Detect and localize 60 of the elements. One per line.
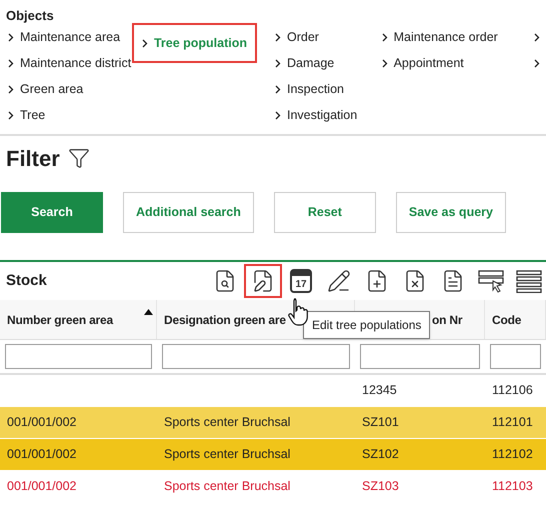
table-cell: 112103 — [492, 479, 533, 494]
column-filter-field[interactable] — [162, 344, 350, 369]
object-link[interactable]: Maintenance area — [8, 28, 120, 46]
chevron-icon — [274, 58, 281, 68]
toolbar-button[interactable] — [244, 264, 282, 298]
chevron-icon — [8, 84, 14, 94]
column-header[interactable]: Number green area — [0, 300, 157, 339]
table-cell: 112101 — [492, 415, 533, 430]
filter-button[interactable]: Reset — [274, 192, 376, 233]
table-cell: 001/001/002 — [7, 479, 77, 494]
table-cell: 001/001/002 — [7, 447, 77, 462]
table-cell: 001/001/002 — [7, 415, 77, 430]
chevron-icon — [274, 110, 281, 120]
table-cell: SZ103 — [362, 479, 399, 494]
filter-button[interactable]: Additional search — [123, 192, 254, 233]
filter-button[interactable]: Save as query — [396, 192, 506, 233]
object-link[interactable]: Tree population — [132, 23, 257, 63]
table-cell: 112102 — [492, 447, 533, 462]
tooltip: Edit tree populations — [303, 311, 430, 339]
object-link[interactable]: Damage — [274, 54, 334, 72]
object-link[interactable]: Investigation — [274, 106, 358, 124]
section-title: Objects — [6, 8, 55, 24]
stock-title: Stock — [6, 270, 47, 291]
table-cell: 12345 — [362, 383, 397, 398]
object-link[interactable]: Tree — [8, 106, 46, 124]
chevron-icon — [382, 32, 388, 42]
object-link[interactable]: Maintenance district — [8, 54, 132, 72]
column-filter-field[interactable] — [5, 344, 152, 369]
column-filter-field[interactable] — [490, 344, 541, 369]
chevron-icon — [8, 58, 14, 68]
filter-button[interactable]: Search — [1, 192, 103, 233]
chevron-icon — [8, 32, 14, 42]
row-select-icon — [478, 269, 504, 293]
table-cell: SZ101 — [362, 415, 399, 430]
column-header[interactable]: Code — [485, 300, 546, 339]
column-filter-field[interactable] — [360, 344, 480, 369]
table-cell: Sports center Bruchsal — [164, 415, 290, 430]
chevron-icon — [8, 110, 14, 120]
object-link[interactable]: Order — [274, 28, 319, 46]
table-row[interactable]: 001/001/002 Sports center Bruchsal SZ101 112101 — [0, 407, 546, 439]
table-cell: Sports center Bruchsal — [164, 479, 290, 494]
pencil-icon — [327, 269, 351, 293]
object-link[interactable]: Green area — [8, 80, 84, 98]
object-link[interactable]: Inspection — [274, 80, 344, 98]
object-link[interactable]: Appointment — [382, 54, 464, 72]
sort-ascending-icon — [144, 309, 153, 315]
chevron-icon — [142, 38, 148, 48]
chevron-icon — [274, 84, 281, 94]
table-cell: Sports center Bruchsal — [164, 447, 290, 462]
calendar-icon: 17 — [290, 269, 312, 293]
table-row[interactable]: 001/001/002 Sports center Bruchsal SZ102 112102 — [0, 439, 546, 471]
rows-icon — [516, 269, 542, 293]
toolbar-button[interactable]: 17 — [282, 264, 320, 298]
chevron-icon — [274, 32, 281, 42]
object-link[interactable]: Maintenance order — [382, 28, 498, 46]
chevron-icon — [382, 58, 388, 68]
table-cell: 112106 — [492, 383, 533, 398]
filter-title: Filter — [6, 144, 60, 172]
table-cell: SZ102 — [362, 447, 399, 462]
funnel-icon — [68, 147, 90, 169]
